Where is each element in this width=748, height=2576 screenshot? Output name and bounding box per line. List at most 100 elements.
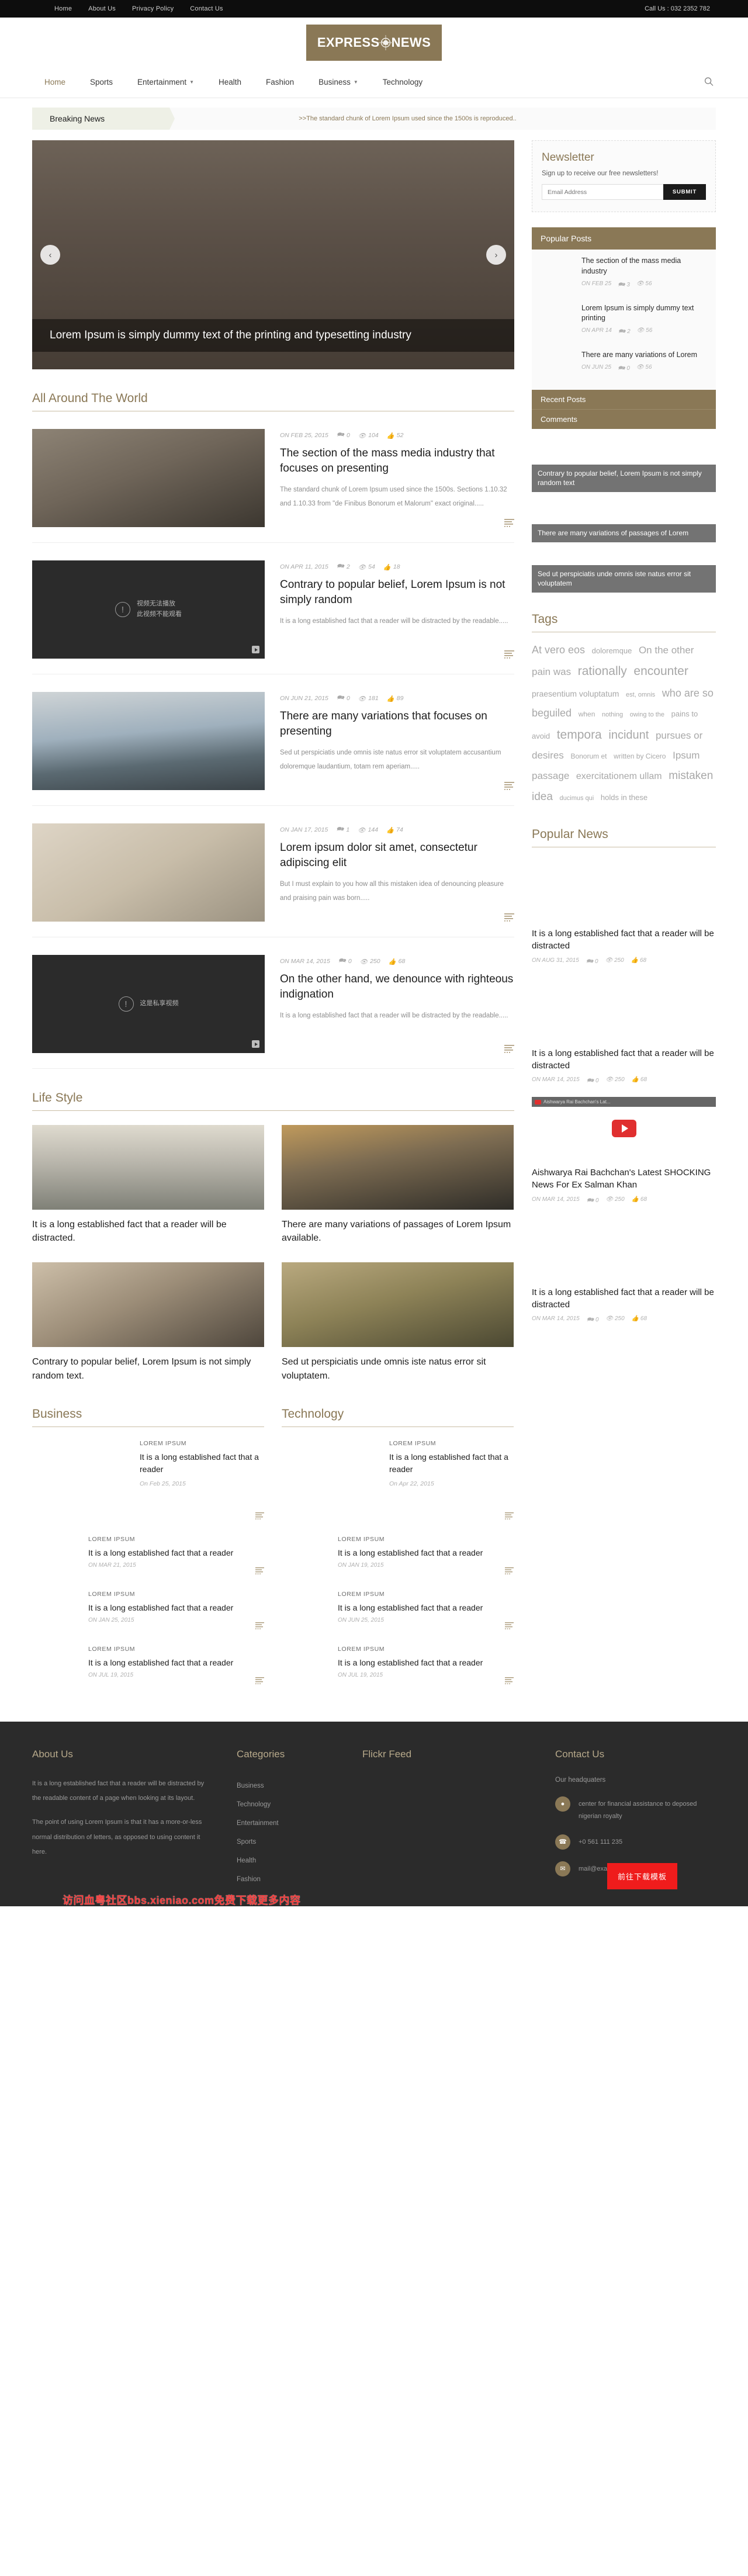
lifestyle-title[interactable]: It is a long established fact that a rea…: [32, 1218, 264, 1245]
article-title[interactable]: Contrary to popular belief, Lorem Ipsum …: [280, 577, 514, 608]
technology-row-image[interactable]: [282, 1591, 328, 1627]
technology-feature-image[interactable]: [282, 1440, 380, 1516]
email-field[interactable]: [542, 184, 663, 200]
popular-post-thumb[interactable]: [541, 350, 574, 383]
slider-next-arrow-icon[interactable]: ›: [486, 245, 506, 265]
flickr-thumb[interactable]: [494, 1777, 536, 1819]
tag-link[interactable]: nothing: [602, 711, 623, 718]
nav-item-technology[interactable]: Technology: [370, 67, 435, 98]
business-feature-image[interactable]: [32, 1440, 130, 1516]
contact-phone[interactable]: +0 561 111 235: [579, 1834, 622, 1848]
business-row-title[interactable]: It is a long established fact that a rea…: [88, 1657, 233, 1669]
tag-link[interactable]: exercitationem ullam: [576, 771, 662, 781]
tag-link[interactable]: ducimus qui: [560, 795, 594, 802]
popular-post-item[interactable]: Lorem Ipsum is simply dummy text printin…: [532, 297, 716, 344]
stack-card[interactable]: Sed ut perspiciatis unde omnis iste natu…: [532, 542, 716, 593]
site-logo[interactable]: EXPRESS NEWS: [306, 24, 442, 61]
lifestyle-card[interactable]: Contrary to popular belief, Lorem Ipsum …: [32, 1262, 264, 1382]
article-video-thumbnail[interactable]: ! 视频无法播放 此视频不能观看: [32, 560, 265, 659]
search-icon[interactable]: [704, 77, 714, 88]
tab-recent-posts[interactable]: Recent Posts: [532, 390, 716, 409]
popular-post-title[interactable]: Lorem Ipsum is simply dummy text printin…: [581, 303, 707, 324]
footer-cat-health[interactable]: Health: [237, 1851, 362, 1870]
popular-news-title[interactable]: Aishwarya Rai Bachchan's Latest SHOCKING…: [532, 1166, 716, 1192]
technology-row-image[interactable]: [282, 1536, 328, 1572]
tag-link[interactable]: At vero eos: [532, 644, 585, 656]
popular-news-title[interactable]: It is a long established fact that a rea…: [532, 927, 716, 953]
stack-card[interactable]: Contrary to popular belief, Lorem Ipsum …: [532, 442, 716, 492]
popular-news-item-video[interactable]: Aishwarya Rai Bachchan's Lat... Aishwary…: [532, 1086, 716, 1206]
popular-news-item[interactable]: It is a long established fact that a rea…: [532, 847, 716, 967]
tag-link[interactable]: est, omnis: [626, 691, 655, 698]
top-nav-contact[interactable]: Contact Us: [190, 5, 223, 12]
business-row[interactable]: LOREM IPSUM It is a long established fac…: [32, 1526, 264, 1581]
flickr-thumb[interactable]: [450, 1777, 492, 1819]
read-more-icon[interactable]: [504, 1045, 514, 1055]
submit-button[interactable]: SUBMIT: [663, 184, 706, 200]
nav-item-sports[interactable]: Sports: [78, 67, 125, 98]
lifestyle-image[interactable]: [32, 1125, 264, 1210]
flickr-thumb[interactable]: [406, 1820, 448, 1862]
nav-item-entertainment[interactable]: Entertainment ▼: [125, 67, 206, 98]
flickr-thumb[interactable]: [362, 1820, 404, 1862]
lifestyle-title[interactable]: Contrary to popular belief, Lorem Ipsum …: [32, 1355, 264, 1382]
top-nav-home[interactable]: Home: [54, 5, 72, 12]
business-row-image[interactable]: [32, 1591, 79, 1627]
read-more-icon[interactable]: [504, 913, 514, 924]
hero-slider[interactable]: ‹ › Lorem Ipsum is simply dummy text of …: [32, 140, 514, 369]
popular-news-title[interactable]: It is a long established fact that a rea…: [532, 1047, 716, 1072]
article-thumbnail[interactable]: [32, 692, 265, 790]
breaking-news-ticker[interactable]: >>The standard chunk of Lorem Ipsum used…: [169, 115, 716, 122]
article-thumbnail[interactable]: [32, 823, 265, 922]
flickr-thumb[interactable]: [406, 1777, 448, 1819]
flickr-thumb[interactable]: [450, 1820, 492, 1862]
play-icon[interactable]: [611, 1120, 636, 1138]
article-thumbnail[interactable]: [32, 429, 265, 527]
business-row-title[interactable]: It is a long established fact that a rea…: [88, 1602, 233, 1614]
popular-news-image[interactable]: [532, 978, 716, 1041]
lifestyle-title[interactable]: Sed ut perspiciatis unde omnis iste natu…: [282, 1355, 514, 1382]
article-row[interactable]: ON JAN 17, 2015 🗪 1 👁 144 👍 74 Lorem ipsum …: [32, 806, 514, 937]
tag-link[interactable]: incidunt: [608, 729, 649, 742]
popular-post-thumb[interactable]: [541, 256, 574, 289]
slider-prev-arrow-icon[interactable]: ‹: [40, 245, 60, 265]
play-icon[interactable]: [252, 646, 259, 653]
read-more-icon[interactable]: [504, 782, 514, 792]
nav-item-business[interactable]: Business ▼: [306, 67, 370, 98]
article-title[interactable]: Lorem ipsum dolor sit amet, consectetur …: [280, 840, 514, 871]
technology-row[interactable]: LOREM IPSUM It is a long established fac…: [282, 1581, 514, 1636]
download-template-badge[interactable]: 前往下载模板: [607, 1862, 677, 1889]
technology-row-title[interactable]: It is a long established fact that a rea…: [338, 1602, 483, 1614]
lifestyle-image[interactable]: [282, 1262, 514, 1348]
popular-post-item[interactable]: There are many variations of Lorem ON JU…: [532, 344, 716, 390]
lifestyle-title[interactable]: There are many variations of passages of…: [282, 1218, 514, 1245]
article-row[interactable]: ! 视频无法播放 此视频不能观看 ON APR 11, 2015 🗪 2 👁 54 …: [32, 543, 514, 674]
flickr-thumb[interactable]: [362, 1777, 404, 1819]
popular-post-title[interactable]: There are many variations of Lorem: [581, 350, 697, 361]
tag-link[interactable]: Bonorum et: [570, 752, 607, 760]
tag-link[interactable]: On the other: [639, 645, 694, 656]
nav-item-health[interactable]: Health: [206, 67, 254, 98]
read-more-icon[interactable]: [255, 1622, 264, 1632]
top-nav-privacy[interactable]: Privacy Policy: [132, 5, 174, 12]
tag-link[interactable]: rationally: [578, 664, 627, 678]
stack-card[interactable]: There are many variations of passages of…: [532, 492, 716, 542]
technology-feature[interactable]: LOREM IPSUM It is a long established fac…: [282, 1427, 514, 1526]
tag-link[interactable]: doloremque: [592, 646, 632, 655]
tag-link[interactable]: tempora: [557, 728, 602, 742]
footer-cat-technology[interactable]: Technology: [237, 1795, 362, 1814]
popular-news-title[interactable]: It is a long established fact that a rea…: [532, 1286, 716, 1311]
play-icon[interactable]: [252, 1040, 259, 1048]
article-row[interactable]: ON FEB 25, 2015 🗪 0 👁 104 👍 52 The section …: [32, 411, 514, 543]
technology-row[interactable]: LOREM IPSUM It is a long established fac…: [282, 1636, 514, 1691]
read-more-icon[interactable]: [504, 650, 514, 661]
tag-link[interactable]: praesentium voluptatum: [532, 689, 619, 698]
article-video-thumbnail[interactable]: ! 这是私享视频: [32, 955, 265, 1053]
tag-link[interactable]: owing to the: [630, 711, 664, 718]
popular-news-item[interactable]: It is a long established fact that a rea…: [532, 1206, 716, 1326]
lifestyle-card[interactable]: It is a long established fact that a rea…: [32, 1125, 264, 1245]
business-row-image[interactable]: [32, 1536, 79, 1572]
read-more-icon[interactable]: [255, 1567, 264, 1577]
nav-item-home[interactable]: Home: [32, 67, 78, 98]
business-feature[interactable]: LOREM IPSUM It is a long established fac…: [32, 1427, 264, 1526]
